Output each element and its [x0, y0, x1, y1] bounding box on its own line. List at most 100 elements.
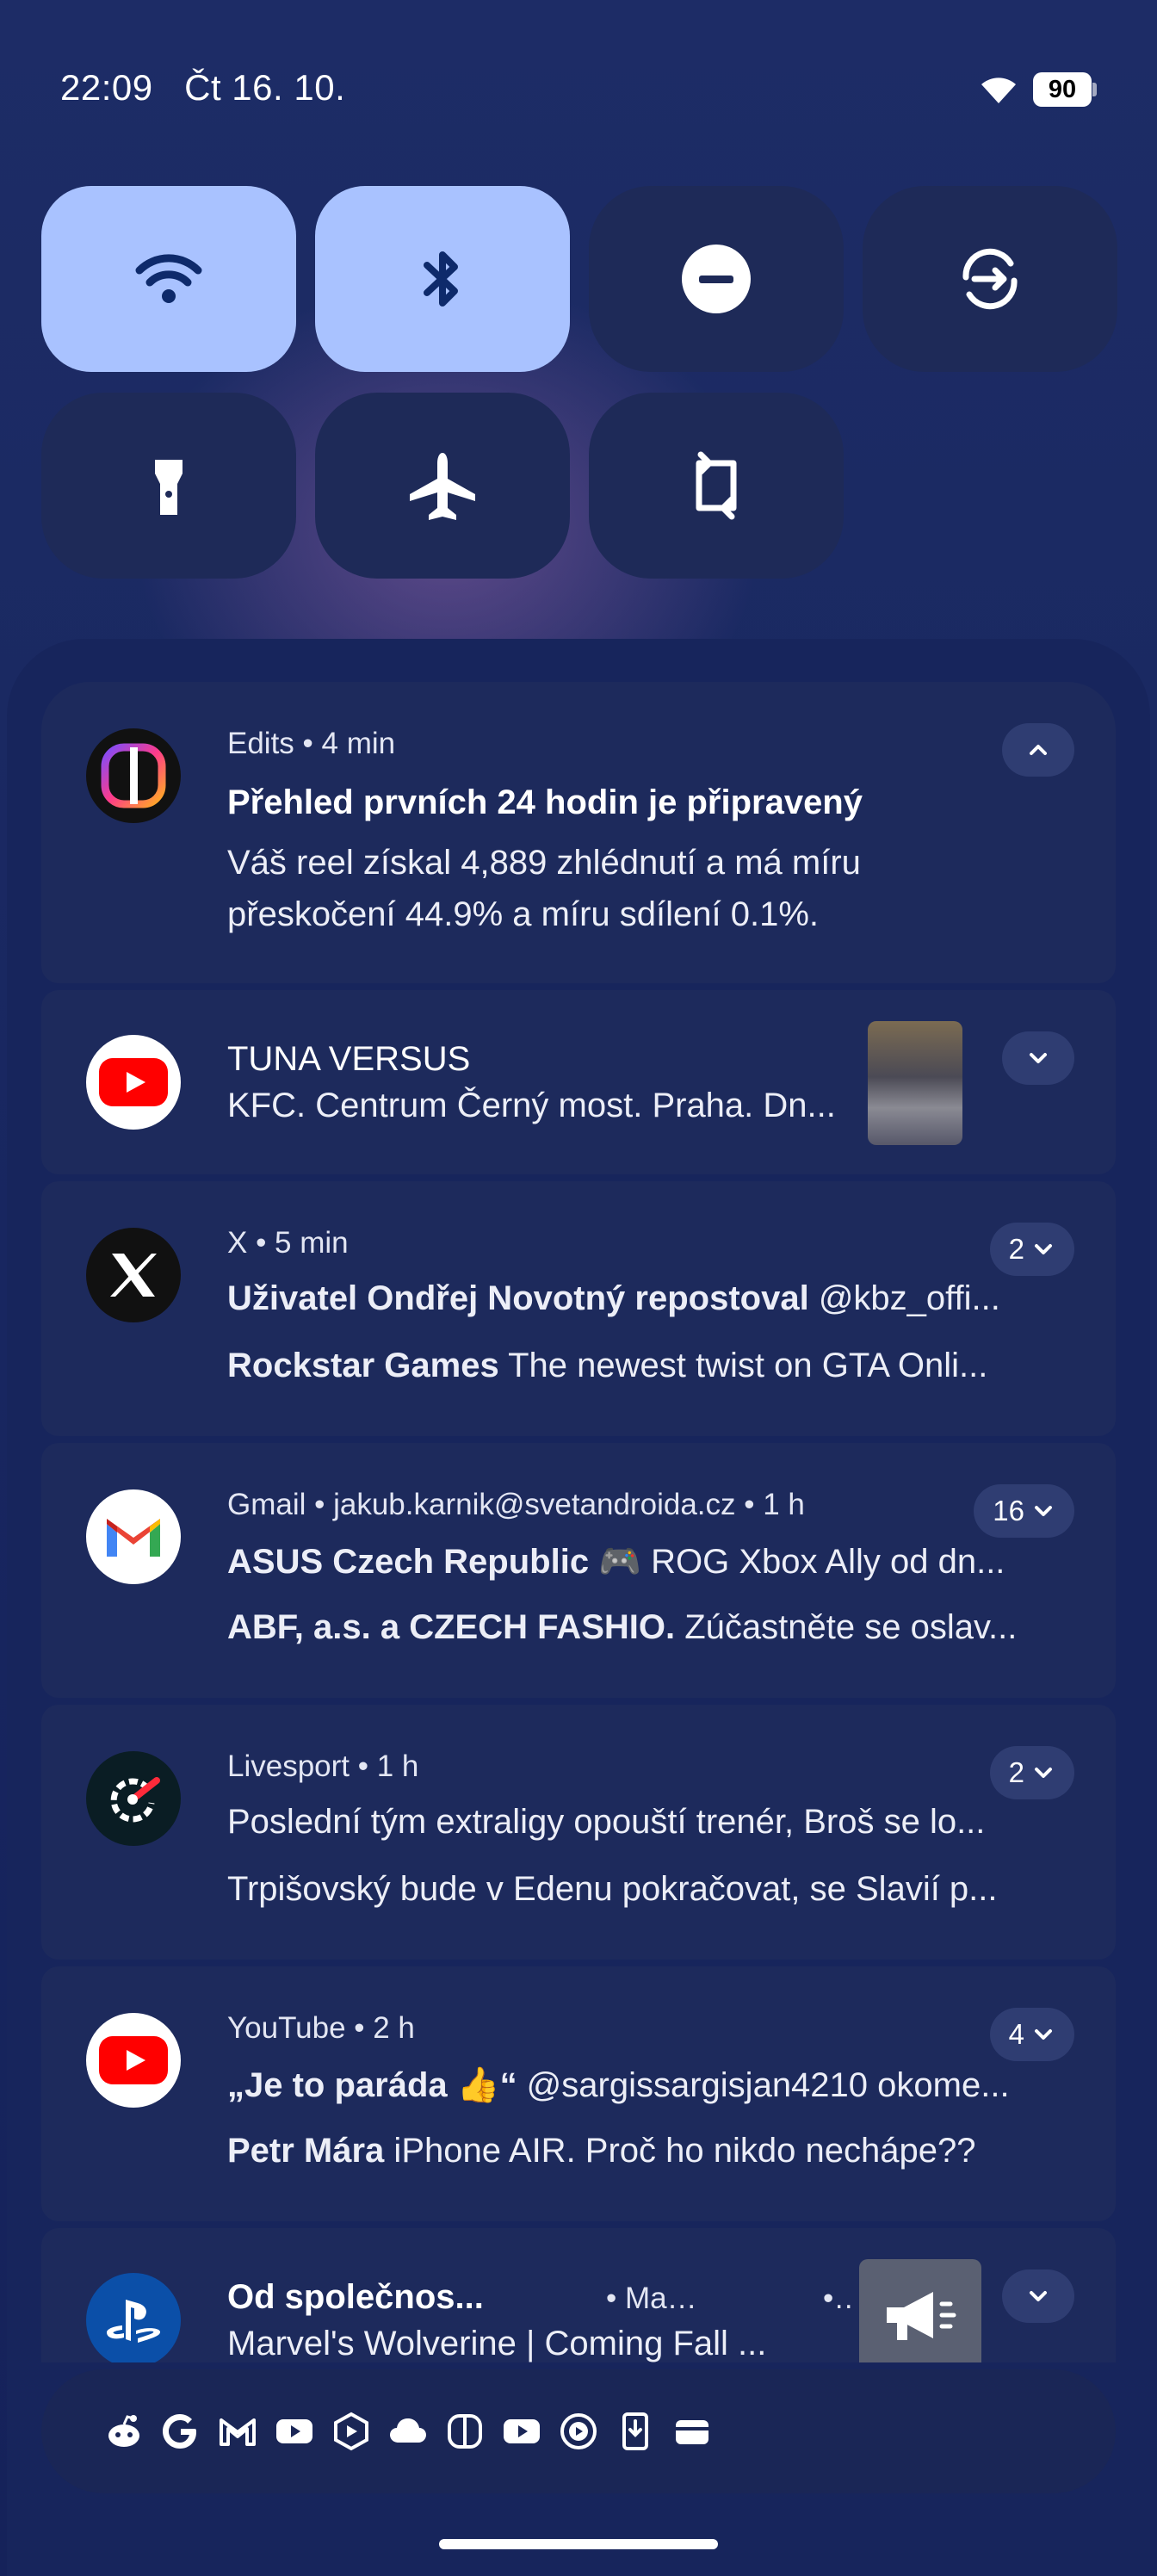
do-not-disturb-icon — [682, 245, 751, 313]
reddit-icon — [103, 2411, 145, 2452]
youtube-icon — [99, 2036, 168, 2084]
playstation-app-icon — [86, 2273, 181, 2362]
notification-playstation[interactable]: Od společnos... • Marvel's... • 4 h Marv… — [41, 2228, 1116, 2362]
edits-icon — [101, 743, 166, 808]
row-1-sender: Uživatel Ondřej Novotný repostoval — [227, 1279, 809, 1317]
notification-x[interactable]: X • 5 min 2 Uživatel Ondřej Novotný repo… — [41, 1181, 1116, 1436]
expand-button[interactable] — [1002, 2269, 1074, 2323]
status-time: 22:09 Čt 16. 10. — [60, 67, 345, 108]
notification-count: 16 — [993, 1495, 1024, 1526]
x-app-icon — [86, 1228, 181, 1322]
megaphone-icon — [887, 2292, 956, 2340]
notification-meta: Livesport • 1 h — [227, 1749, 419, 1783]
tile-wifi[interactable] — [41, 186, 296, 372]
youtube-icon — [99, 1058, 168, 1106]
notification-subtext: • Marvel's... — [606, 2282, 702, 2315]
expand-group-button[interactable]: 4 — [989, 2008, 1074, 2061]
youtube-app-icon — [86, 2013, 181, 2108]
row-1-text: 🎮 ROG Xbox Ally od dn... — [589, 1543, 1005, 1581]
youtube-app-icon — [86, 1035, 181, 1130]
expand-group-button[interactable]: 2 — [989, 1746, 1074, 1799]
gmail-icon — [107, 1519, 160, 1557]
notification-overflow-bar[interactable] — [41, 2369, 1116, 2493]
chevron-down-icon — [1035, 1244, 1052, 1254]
bluetooth-icon — [424, 251, 458, 307]
notification-title: TUNA VERSUS — [227, 1040, 471, 1078]
notification-edits[interactable]: Edits • 4 min Přehled prvních 24 hodin j… — [41, 682, 1116, 983]
chevron-down-icon — [1035, 1768, 1052, 1778]
battery-icon: 90 — [1033, 72, 1097, 107]
notification-gmail[interactable]: Gmail • jakub.karnik@svetandroida.cz • 1… — [41, 1443, 1116, 1698]
download-icon — [615, 2411, 656, 2452]
notification-time: • 4 h — [823, 2282, 852, 2315]
notification-meta: Gmail • jakub.karnik@svetandroida.cz • 1… — [227, 1488, 805, 1521]
notification-youtube-tuna[interactable]: TUNA VERSUS KFC. Centrum Černý most. Pra… — [41, 990, 1116, 1174]
notification-title: Od společnos... — [227, 2278, 484, 2316]
youtube-icon — [274, 2411, 315, 2452]
chevron-down-icon — [1030, 2291, 1047, 2301]
notification-row-1: Uživatel Ondřej Novotný repostoval @kbz_… — [227, 1279, 1073, 1318]
row-2-sender: Petr Mára — [227, 2132, 385, 2170]
notification-title: Přehled prvních 24 hodin je připravený — [227, 783, 863, 821]
wallet-icon — [671, 2411, 713, 2452]
row-1-text: @sargissargisjan4210 okome... — [517, 2066, 1010, 2104]
tile-bluetooth[interactable] — [315, 186, 570, 372]
gmail-app-icon — [86, 1489, 181, 1584]
notification-thumbnail — [859, 2259, 981, 2362]
notification-body: Marvel's Wolverine | Coming Fall ... — [227, 2325, 767, 2362]
wifi-icon — [135, 254, 202, 303]
notification-count: 2 — [1008, 1756, 1024, 1788]
notification-body: KFC. Centrum Černý most. Praha. Dn... — [227, 1087, 836, 1124]
notification-row-1: ASUS Czech Republic 🎮 ROG Xbox Ally od d… — [227, 1541, 1073, 1582]
notification-body-line-2: přeskočení 44.9% a míru sdílení 0.1%. — [227, 895, 820, 933]
row-2-sender: ABF, a.s. a CZECH FASHIO. — [227, 1608, 676, 1646]
status-bar: 22:09 Čt 16. 10. 90 — [60, 67, 1097, 115]
tile-auto-rotate[interactable] — [589, 393, 844, 579]
notification-row-1: Poslední tým extraligy opouští trenér, B… — [227, 1803, 986, 1841]
battery-level: 90 — [1033, 72, 1092, 107]
chevron-down-icon — [1035, 2029, 1052, 2040]
notification-row-2: Petr Mára iPhone AIR. Proč ho nikdo nech… — [227, 2132, 1073, 2170]
notification-meta: YouTube • 2 h — [227, 2011, 415, 2045]
cloud-icon — [387, 2411, 429, 2452]
notification-row-2: ABF, a.s. a CZECH FASHIO. Zúčastněte se … — [227, 1608, 1073, 1647]
date: Čt 16. 10. — [184, 67, 346, 108]
livesport-icon — [110, 1777, 160, 1823]
notification-count: 2 — [1008, 1233, 1024, 1265]
expand-button[interactable] — [1002, 1031, 1074, 1085]
youtube-icon — [501, 2411, 542, 2452]
google-icon — [160, 2411, 201, 2452]
x-logo-icon — [110, 1254, 157, 1297]
row-2-text: iPhone AIR. Proč ho nikdo nechápe?? — [384, 2132, 976, 2170]
row-2-sender: Rockstar Games — [227, 1347, 499, 1384]
collapse-button[interactable] — [1002, 723, 1074, 777]
expand-group-button[interactable]: 16 — [974, 1484, 1074, 1538]
tech-app-icon — [331, 2411, 372, 2452]
gmail-icon — [217, 2411, 258, 2452]
notification-count: 4 — [1008, 2018, 1024, 2050]
chevron-up-icon — [1030, 745, 1047, 755]
row-1-text: @kbz_offi... — [808, 1279, 1000, 1317]
status-icons: 90 — [980, 72, 1097, 107]
notification-row-2: Rockstar Games The newest twist on GTA O… — [227, 1347, 1073, 1385]
rotate-icon — [696, 451, 737, 520]
chevron-down-icon — [1035, 1506, 1052, 1516]
wifi-icon — [981, 77, 1016, 103]
row-2-text: Zúčastněte se oslav... — [675, 1608, 1018, 1646]
tile-flashlight[interactable] — [41, 393, 296, 579]
flashlight-icon — [155, 460, 183, 515]
tile-airplane-mode[interactable] — [315, 393, 570, 579]
music-icon — [558, 2411, 599, 2452]
home-gesture-bar[interactable] — [439, 2539, 718, 2549]
edits-app-icon — [86, 728, 181, 823]
notification-youtube-comments[interactable]: YouTube • 2 h 4 „Je to paráda 👍“ @sargis… — [41, 1966, 1116, 2221]
notification-row-1: „Je to paráda 👍“ @sargissargisjan4210 ok… — [227, 2065, 1073, 2105]
notification-livesport[interactable]: Livesport • 1 h 2 Poslední tým extraligy… — [41, 1705, 1116, 1960]
chevron-down-icon — [1030, 1053, 1047, 1063]
notification-thumbnail — [868, 1021, 962, 1145]
tile-do-not-disturb[interactable] — [589, 186, 844, 372]
expand-group-button[interactable]: 2 — [989, 1223, 1074, 1276]
tile-data-saver[interactable] — [863, 186, 1117, 372]
clock: 22:09 — [60, 67, 153, 108]
notification-body-line-1: Váš reel získal 4,889 zhlédnutí a má mír… — [227, 844, 861, 882]
